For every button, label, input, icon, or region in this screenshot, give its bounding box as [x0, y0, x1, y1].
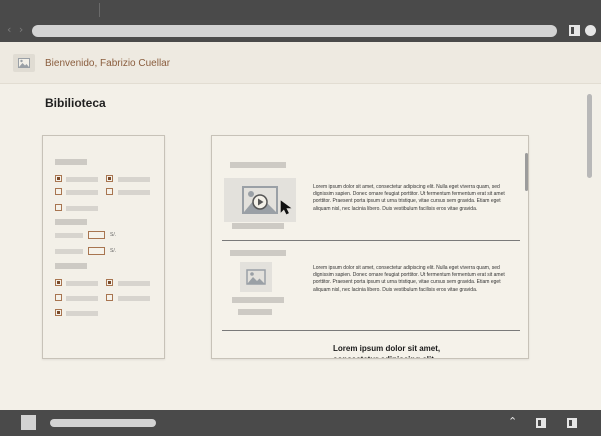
filter-checkbox[interactable]	[106, 188, 113, 195]
filter-option-label	[66, 190, 98, 195]
item-caption-placeholder	[232, 297, 284, 303]
item-divider	[222, 330, 520, 331]
window-icon[interactable]	[567, 418, 577, 428]
filter-checkbox[interactable]	[55, 279, 62, 286]
item-heading-placeholder	[230, 250, 286, 256]
item-divider	[222, 240, 520, 241]
range-label	[55, 249, 83, 254]
page-title: Bibilioteca	[45, 96, 106, 110]
filter-option-label	[66, 311, 98, 316]
address-bar: ‹ ›	[0, 20, 601, 42]
results-scrollbar[interactable]	[525, 153, 528, 191]
bottom-bar: ⌃	[0, 410, 601, 436]
range-input[interactable]	[88, 231, 105, 239]
item-heading-placeholder	[230, 162, 286, 168]
filter-option-label	[66, 206, 98, 211]
item-caption-placeholder	[232, 223, 284, 229]
item-description: Lorem ipsum dolor sit amet, consectetur …	[313, 184, 505, 212]
chevron-up-icon[interactable]: ⌃	[508, 415, 517, 428]
page-content: Bienvenido, Fabrizio Cuellar Bibilioteca…	[0, 42, 601, 410]
filter-panel: S/. S/.	[42, 135, 165, 359]
filter-checkbox[interactable]	[106, 175, 113, 182]
filter-option-label	[118, 177, 150, 182]
filter-option-label	[66, 296, 98, 301]
nav-arrows-icon[interactable]: ‹ ›	[7, 23, 25, 36]
filter-checkbox[interactable]	[55, 294, 62, 301]
filter-checkbox[interactable]	[55, 309, 62, 316]
tab-bar	[0, 0, 601, 20]
range-input[interactable]	[88, 247, 105, 255]
filter-checkbox[interactable]	[106, 294, 113, 301]
split-view-icon[interactable]	[569, 25, 580, 36]
filter-option-label	[118, 296, 150, 301]
results-panel: Lorem ipsum dolor sit amet, consectetur …	[211, 135, 529, 359]
filter-heading	[55, 263, 87, 269]
app-window: ‹ › Bienvenido, Fabrizio Cuellar Bibilio…	[0, 0, 601, 436]
filter-checkbox[interactable]	[55, 188, 62, 195]
app-square-icon[interactable]	[21, 415, 36, 430]
window-icon[interactable]	[536, 418, 546, 428]
filter-option-label	[118, 281, 150, 286]
filter-option-label	[66, 281, 98, 286]
filter-checkbox[interactable]	[106, 279, 113, 286]
item-caption-placeholder	[238, 309, 272, 315]
page-scrollbar[interactable]	[587, 94, 592, 178]
user-header: Bienvenido, Fabrizio Cuellar	[0, 42, 601, 84]
item-title[interactable]: Lorem ipsum dolor sit amet, consectetur …	[333, 343, 483, 358]
currency-label: S/.	[110, 248, 117, 254]
filter-option-label	[66, 177, 98, 182]
range-label	[55, 233, 83, 238]
filter-checkbox[interactable]	[55, 204, 62, 211]
profile-circle-icon[interactable]	[585, 25, 596, 36]
filter-checkbox[interactable]	[55, 175, 62, 182]
item-thumbnail[interactable]	[240, 262, 272, 292]
currency-label: S/.	[110, 232, 117, 238]
bottom-search-field[interactable]	[50, 419, 156, 427]
avatar[interactable]	[13, 54, 35, 72]
url-field[interactable]	[32, 25, 557, 37]
welcome-text: Bienvenido, Fabrizio Cuellar	[45, 58, 171, 69]
mouse-cursor-icon	[280, 200, 292, 215]
video-thumbnail-icon	[242, 186, 278, 214]
image-placeholder-icon	[18, 58, 30, 68]
filter-heading	[55, 219, 87, 225]
item-description: Lorem ipsum dolor sit amet, consectetur …	[313, 265, 505, 293]
tab-separator	[99, 3, 100, 17]
image-thumbnail-icon	[246, 269, 266, 285]
filter-heading	[55, 159, 87, 165]
filter-option-label	[118, 190, 150, 195]
